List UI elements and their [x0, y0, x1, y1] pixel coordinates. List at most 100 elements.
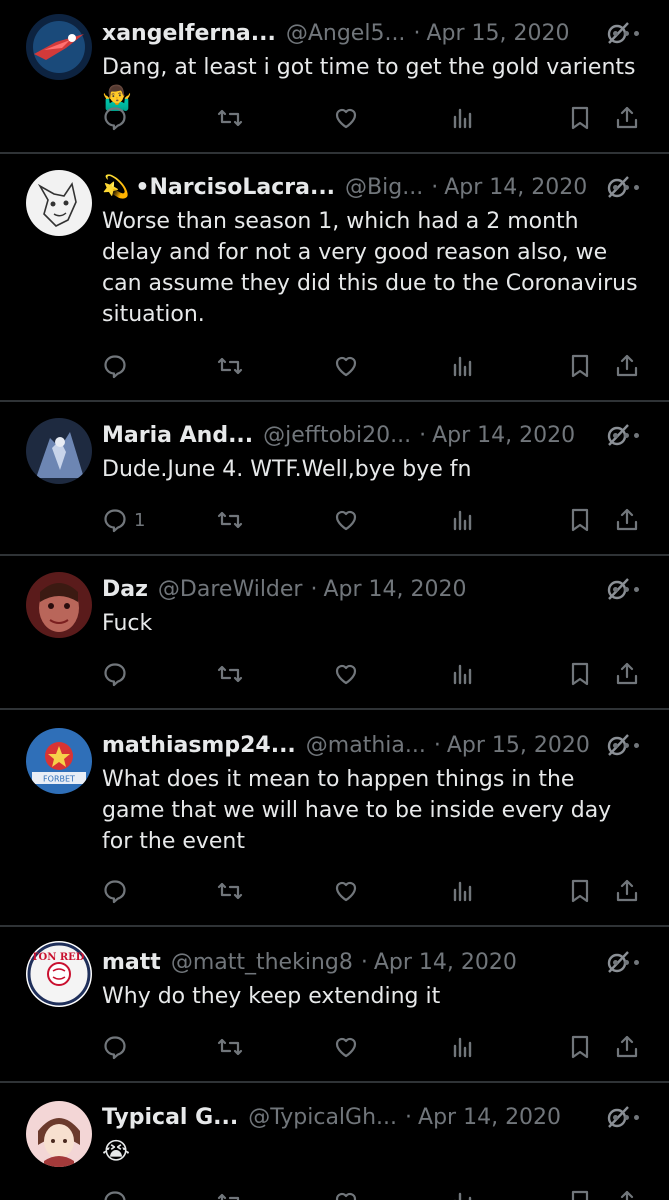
display-name[interactable]: Maria And... [102, 423, 253, 448]
views-button[interactable] [450, 876, 476, 906]
views-button[interactable] [450, 659, 476, 689]
more-icon[interactable] [613, 572, 639, 606]
share-button[interactable] [614, 103, 640, 133]
avatar[interactable] [26, 14, 92, 80]
bookmark-button[interactable] [567, 103, 593, 133]
tweet[interactable]: BOSTON RED SOX matt @matt_theking8 · Apr… [0, 927, 669, 1081]
reply-button[interactable]: 1 [102, 505, 145, 535]
tweet[interactable]: 💫 •NarcisoLacra... @Big... · Apr 14, 202… [0, 154, 669, 400]
reply-button[interactable] [102, 876, 134, 906]
retweet-button[interactable] [217, 1187, 243, 1200]
retweet-icon [217, 882, 243, 900]
avatar[interactable] [26, 418, 92, 484]
tweet-text: What does it mean to happen things in th… [102, 767, 612, 854]
timestamp[interactable]: Apr 14, 2020 [444, 175, 587, 200]
more-icon[interactable] [613, 728, 639, 762]
avatar[interactable]: FORBET [26, 728, 92, 794]
share-button[interactable] [614, 1187, 640, 1200]
share-button[interactable] [614, 351, 640, 381]
views-button[interactable] [450, 351, 476, 381]
like-button[interactable] [333, 103, 359, 133]
bookmark-button[interactable] [567, 1032, 593, 1062]
tweet[interactable]: Typical G... @TypicalGh... · Apr 14, 202… [0, 1083, 669, 1200]
display-name[interactable]: Typical G... [102, 1105, 238, 1130]
views-icon [454, 1192, 472, 1200]
bookmark-button[interactable] [567, 876, 593, 906]
display-name[interactable]: Daz [102, 577, 148, 602]
like-icon [335, 510, 357, 531]
like-button[interactable] [333, 1032, 359, 1062]
bookmark-button[interactable] [567, 351, 593, 381]
retweet-button[interactable] [217, 1032, 243, 1062]
avatar[interactable] [26, 1101, 92, 1167]
tweet[interactable]: Maria And... @jefftobi20... · Apr 14, 20… [0, 402, 669, 554]
avatar[interactable] [26, 170, 92, 236]
share-button[interactable] [614, 505, 640, 535]
reply-button[interactable] [102, 103, 134, 133]
avatar-text: BOSTON RED SOX [26, 952, 92, 963]
timestamp[interactable]: Apr 14, 2020 [374, 950, 517, 975]
display-name[interactable]: •NarcisoLacra... [135, 175, 335, 200]
share-button[interactable] [614, 876, 640, 906]
handle[interactable]: @jefftobi20... [263, 423, 411, 448]
retweet-button[interactable] [217, 351, 243, 381]
handle[interactable]: @mathia... [306, 733, 426, 758]
tweet[interactable]: FORBET mathiasmp24... @mathia... · Apr 1… [0, 710, 669, 925]
retweet-icon [217, 1038, 243, 1056]
views-button[interactable] [450, 103, 476, 133]
like-button[interactable] [333, 505, 359, 535]
timestamp[interactable]: Apr 14, 2020 [432, 423, 575, 448]
like-button[interactable] [333, 351, 359, 381]
handle[interactable]: @matt_theking8 [171, 950, 353, 975]
like-button[interactable] [333, 876, 359, 906]
retweet-button[interactable] [217, 876, 243, 906]
share-button[interactable] [614, 1032, 640, 1062]
bookmark-button[interactable] [567, 1187, 593, 1200]
share-icon [620, 1190, 634, 1200]
bookmark-button[interactable] [567, 659, 593, 689]
display-name[interactable]: mathiasmp24... [102, 733, 296, 758]
retweet-button[interactable] [217, 659, 243, 689]
handle[interactable]: @DareWilder [158, 577, 303, 602]
avatar[interactable]: BOSTON RED SOX [26, 941, 92, 1007]
timestamp[interactable]: Apr 15, 2020 [447, 733, 590, 758]
avatar[interactable] [26, 572, 92, 638]
handle[interactable]: @TypicalGh... [248, 1105, 397, 1130]
retweet-icon [217, 511, 243, 529]
more-icon[interactable] [613, 1100, 639, 1134]
views-button[interactable] [450, 505, 476, 535]
share-icon [616, 106, 638, 129]
more-icon[interactable] [613, 16, 639, 50]
timestamp[interactable]: Apr 15, 2020 [426, 21, 569, 46]
tweet[interactable]: Daz @DareWilder · Apr 14, 2020 Fuck [0, 556, 669, 708]
reply-icon [104, 509, 126, 533]
avatar-image [26, 170, 92, 236]
display-name[interactable]: matt [102, 950, 161, 975]
retweet-button[interactable] [217, 103, 243, 133]
reply-button[interactable] [102, 659, 134, 689]
like-button[interactable] [333, 1187, 359, 1200]
bookmark-button[interactable] [567, 505, 593, 535]
more-icon[interactable] [613, 418, 639, 452]
retweet-button[interactable] [217, 505, 243, 535]
like-button[interactable] [333, 659, 359, 689]
bookmark-icon [571, 106, 589, 130]
timestamp[interactable]: Apr 14, 2020 [418, 1105, 561, 1130]
bookmark-icon [571, 1035, 589, 1059]
more-icon[interactable] [613, 945, 639, 979]
timestamp[interactable]: Apr 14, 2020 [323, 577, 466, 602]
share-button[interactable] [614, 659, 640, 689]
like-icon [335, 881, 357, 902]
views-icon [453, 108, 472, 129]
reply-button[interactable] [102, 1032, 134, 1062]
tweet[interactable]: xangelferna... @Angel5... · Apr 15, 2020… [0, 0, 669, 153]
display-name[interactable]: xangelferna... [102, 21, 276, 46]
reply-button[interactable] [102, 1187, 128, 1200]
handle[interactable]: @Big... [345, 175, 423, 200]
reply-button[interactable] [102, 351, 134, 381]
more-icon[interactable] [613, 170, 639, 204]
views-button[interactable] [450, 1187, 476, 1200]
tweet-text: Why do they keep extending it [102, 984, 441, 1009]
views-button[interactable] [450, 1032, 476, 1062]
handle[interactable]: @Angel5... [286, 21, 406, 46]
